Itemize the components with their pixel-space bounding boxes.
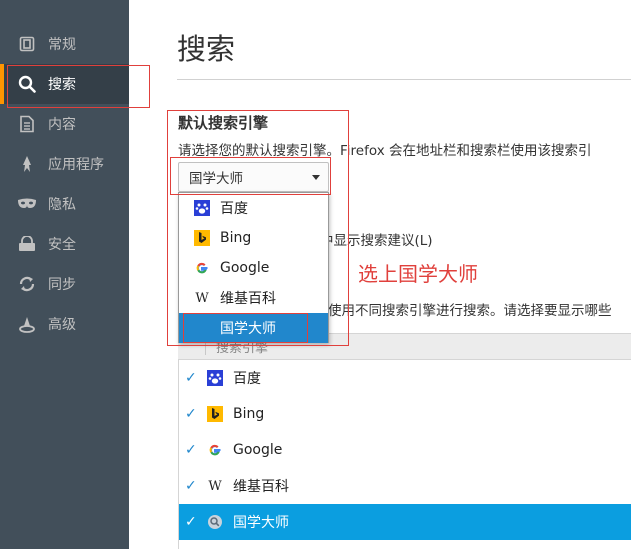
sync-icon xyxy=(17,274,37,294)
search-suggestion-label[interactable]: 中显示搜索建议(L) xyxy=(320,229,433,249)
sidebar-item-privacy[interactable]: 隐私 xyxy=(0,184,129,224)
privacy-mask-icon xyxy=(17,194,37,214)
option-label: 百度 xyxy=(220,201,248,217)
engine-name: Google xyxy=(233,442,283,458)
sidebar-item-security[interactable]: 安全 xyxy=(0,224,129,264)
engine-name: 国学大师 xyxy=(233,515,289,531)
chevron-down-icon xyxy=(312,175,320,180)
option-guoxuedashi[interactable]: 国学大师 xyxy=(179,313,328,343)
applications-icon xyxy=(17,154,37,174)
security-icon xyxy=(17,234,37,254)
sidebar: 常规 搜索 内容 应用程序 隐私 安全 同步 高级 xyxy=(0,0,129,549)
check-icon[interactable]: ✓ xyxy=(185,442,197,458)
default-engine-selected-value: 国学大师 xyxy=(189,171,243,187)
content-icon xyxy=(17,114,37,134)
baidu-paw-icon xyxy=(207,370,223,386)
wikipedia-icon: W xyxy=(208,478,222,494)
bing-icon xyxy=(207,406,223,422)
engine-name: 百度 xyxy=(233,371,261,387)
option-label: Google xyxy=(220,260,270,276)
table-row-bing[interactable]: ✓ Bing xyxy=(179,396,631,432)
one-click-description: 使用不同搜索引擎进行搜索。请选择要显示哪些 xyxy=(328,303,612,319)
bing-icon xyxy=(194,230,210,246)
engine-dropdown-popup: 百度 Bing Google W 维基百科 国学大师 xyxy=(178,192,329,343)
blank-icon xyxy=(194,320,210,336)
annotation-text: 选上国学大师 xyxy=(358,262,478,286)
engine-name: 维基百科 xyxy=(233,479,289,495)
option-label: 维基百科 xyxy=(220,291,276,307)
check-icon[interactable]: ✓ xyxy=(185,370,197,386)
option-label: Bing xyxy=(220,230,252,246)
sidebar-item-label: 内容 xyxy=(48,117,76,133)
sidebar-item-general[interactable]: 常规 xyxy=(0,24,129,64)
option-google[interactable]: Google xyxy=(179,253,328,283)
sidebar-item-applications[interactable]: 应用程序 xyxy=(0,144,129,184)
engine-table: ✓ 百度 ✓ Bing ✓ Google ✓ W 维基百科 ✓ 国学大师 xyxy=(178,360,631,549)
check-icon[interactable]: ✓ xyxy=(185,406,197,422)
option-bing[interactable]: Bing xyxy=(179,223,328,253)
sidebar-item-sync[interactable]: 同步 xyxy=(0,264,129,304)
google-icon xyxy=(207,442,223,458)
default-engine-select[interactable]: 国学大师 xyxy=(178,162,329,192)
baidu-paw-icon xyxy=(194,200,210,216)
sidebar-item-content[interactable]: 内容 xyxy=(0,104,129,144)
sidebar-item-label: 同步 xyxy=(48,277,76,293)
sidebar-item-search[interactable]: 搜索 xyxy=(0,64,129,104)
default-engine-description: 请选择您的默认搜索引擎。Firefox 会在地址栏和搜索栏使用该搜索引 xyxy=(178,143,592,159)
search-icon xyxy=(17,74,37,94)
wikipedia-icon: W xyxy=(195,290,209,306)
table-row-baidu[interactable]: ✓ 百度 xyxy=(179,360,631,396)
page-title: 搜索 xyxy=(177,32,236,66)
check-icon[interactable]: ✓ xyxy=(185,514,197,530)
sidebar-item-label: 高级 xyxy=(48,317,76,333)
general-icon xyxy=(17,34,37,54)
sidebar-item-label: 搜索 xyxy=(48,77,76,93)
check-icon[interactable]: ✓ xyxy=(185,478,197,494)
google-icon xyxy=(194,260,210,276)
option-baidu[interactable]: 百度 xyxy=(179,193,328,223)
option-wikipedia[interactable]: W 维基百科 xyxy=(179,283,328,313)
table-row-google[interactable]: ✓ Google xyxy=(179,432,631,468)
option-label: 国学大师 xyxy=(220,321,276,337)
sidebar-item-label: 隐私 xyxy=(48,197,76,213)
magnifier-icon xyxy=(207,514,223,530)
table-row-guoxuedashi[interactable]: ✓ 国学大师 xyxy=(179,504,631,540)
sidebar-item-label: 常规 xyxy=(48,37,76,53)
advanced-icon xyxy=(17,314,37,334)
sidebar-item-advanced[interactable]: 高级 xyxy=(0,304,129,344)
sidebar-item-label: 安全 xyxy=(48,237,76,253)
sidebar-item-label: 应用程序 xyxy=(48,157,104,173)
engine-name: Bing xyxy=(233,406,265,422)
title-divider xyxy=(177,79,631,80)
default-engine-heading: 默认搜索引擎 xyxy=(178,114,269,132)
table-row-wikipedia[interactable]: ✓ W 维基百科 xyxy=(179,468,631,504)
